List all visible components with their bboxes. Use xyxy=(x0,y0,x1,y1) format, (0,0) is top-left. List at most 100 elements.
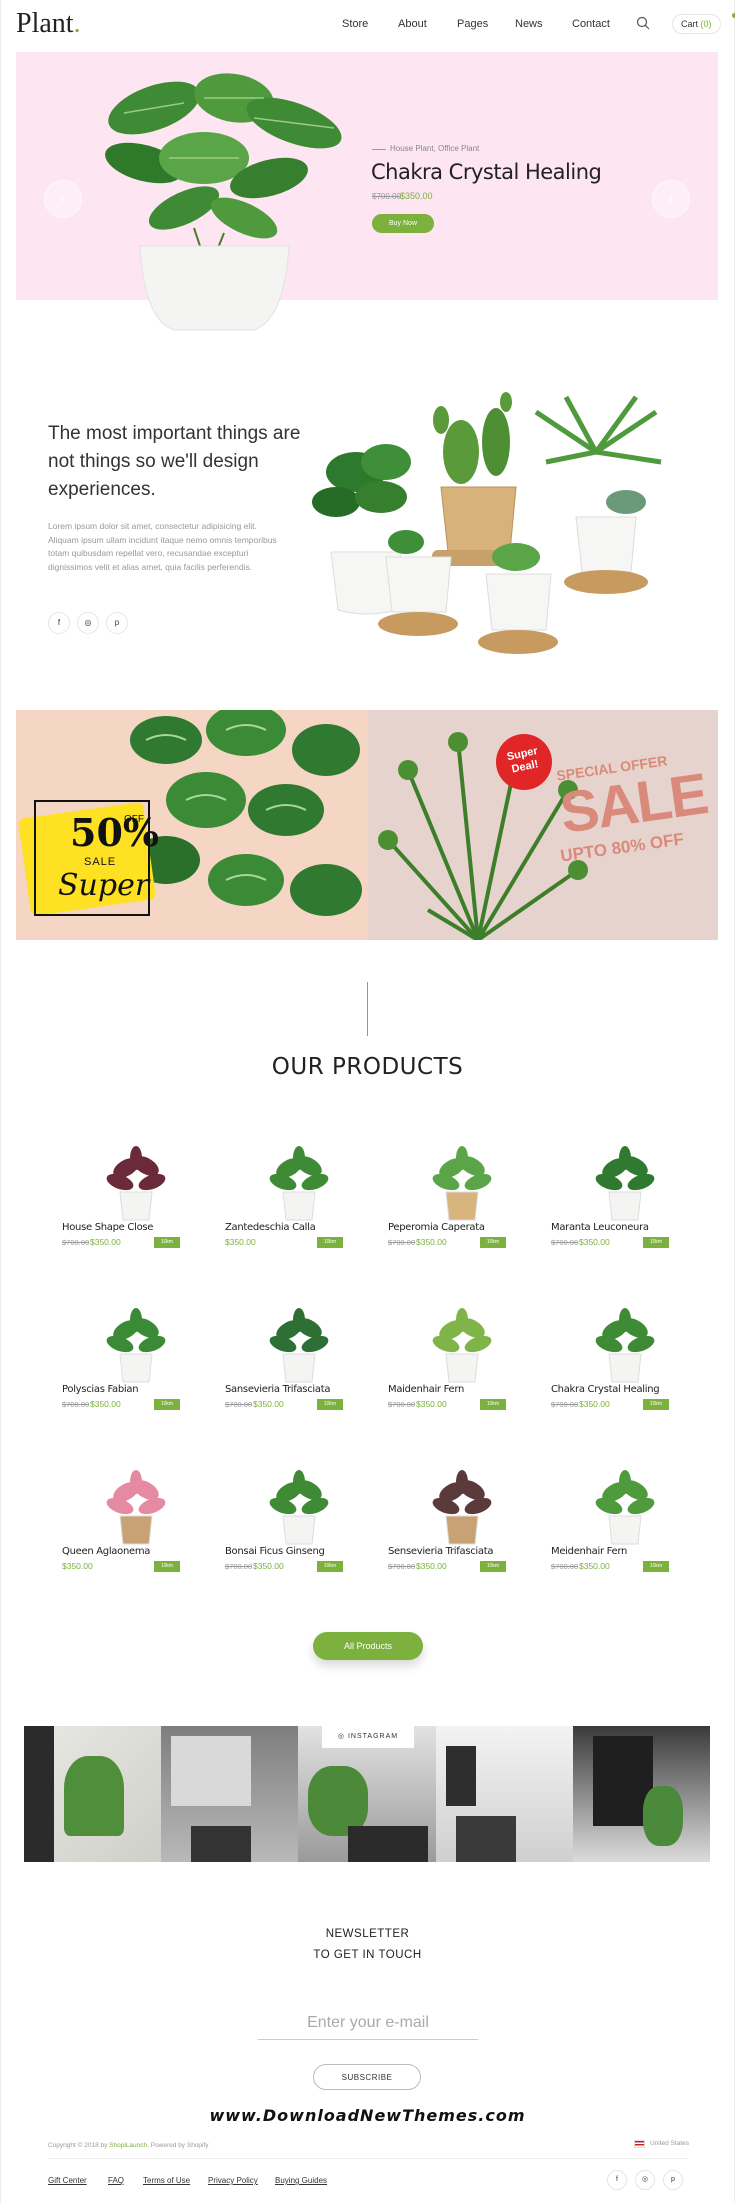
footer-link-buying-guides[interactable]: Buying Guides xyxy=(275,2176,327,2185)
product-price: $350.00 xyxy=(90,1237,121,1247)
product-tag: 10km xyxy=(317,1237,343,1248)
product-card[interactable]: Maidenhair Fern $700.00 $350.00 10km xyxy=(388,1308,538,1438)
sale-word: SALE xyxy=(84,856,117,868)
product-image[interactable] xyxy=(575,1470,675,1548)
nav-pages[interactable]: Pages xyxy=(457,18,488,30)
product-name[interactable]: Sensevieria Trifasciata xyxy=(388,1546,493,1557)
product-image[interactable] xyxy=(575,1308,675,1386)
product-name[interactable]: Maidenhair Fern xyxy=(388,1384,464,1395)
search-icon[interactable] xyxy=(636,16,650,30)
subscribe-button[interactable]: SUBSCRIBE xyxy=(313,2064,421,2090)
product-name[interactable]: Zantedeschia Calla xyxy=(225,1222,316,1233)
facebook-icon[interactable]: f xyxy=(607,2170,627,2190)
product-old-price: $700.00 xyxy=(551,1400,579,1409)
hero-old-price: $700.00 xyxy=(372,192,401,201)
logo-dot: . xyxy=(73,8,81,39)
product-tag: 10km xyxy=(643,1399,669,1410)
instagram-icon: ◎ xyxy=(337,1733,348,1740)
product-name[interactable]: Bonsai Ficus Ginseng xyxy=(225,1546,325,1557)
chevron-right-icon: › xyxy=(668,190,674,207)
product-name[interactable]: Peperomia Caperata xyxy=(388,1222,485,1233)
product-image[interactable] xyxy=(412,1308,512,1386)
product-name[interactable]: Polyscias Fabian xyxy=(62,1384,139,1395)
product-name[interactable]: Maranta Leuconeura xyxy=(551,1222,649,1233)
instagram-label-text: INSTAGRAM xyxy=(347,1733,399,1740)
region-select[interactable]: United States xyxy=(650,2140,689,2147)
chevron-left-icon: ‹ xyxy=(60,190,66,207)
instagram-photo[interactable] xyxy=(24,1726,162,1862)
product-price: $350.00 xyxy=(90,1399,121,1409)
products-title: OUR PRODUCTS xyxy=(271,1054,464,1080)
copyright-brand[interactable]: ShopiLaunch xyxy=(109,2142,147,2149)
product-card[interactable]: Sensevieria Trifasciata $700.00 $350.00 10k… xyxy=(388,1470,538,1600)
instagram-label[interactable]: ◎ INSTAGRAM xyxy=(322,1726,414,1748)
cart-count: (0) xyxy=(700,19,712,29)
about-heading: The most important things are not things… xyxy=(48,423,301,500)
product-image[interactable] xyxy=(412,1146,512,1224)
instagram-photo[interactable] xyxy=(572,1726,711,1862)
pinterest-icon[interactable]: p xyxy=(663,2170,683,2190)
product-old-price: $700.00 xyxy=(388,1400,416,1409)
product-tag: 10km xyxy=(643,1561,669,1572)
product-old-price: $700.00 xyxy=(62,1400,90,1409)
product-price: $350.00 xyxy=(62,1561,93,1571)
footer-link-gift-center[interactable]: Gift Center xyxy=(48,2176,87,2185)
nav-about[interactable]: About xyxy=(398,18,427,30)
section-divider xyxy=(367,982,368,1036)
instagram-icon[interactable]: ◎ xyxy=(635,2170,655,2190)
footer-link-faq[interactable]: FAQ xyxy=(108,2176,124,2185)
product-name[interactable]: Meidenhair Fern xyxy=(551,1546,627,1557)
all-products-button[interactable]: All Products xyxy=(313,1632,423,1660)
product-name[interactable]: Queen Aglaonema xyxy=(62,1546,150,1557)
product-name[interactable]: Chakra Crystal Healing xyxy=(551,1384,660,1395)
product-image[interactable] xyxy=(575,1146,675,1224)
product-image[interactable] xyxy=(86,1308,186,1386)
product-card[interactable]: House Shape Close $700.00 $350.00 10km xyxy=(62,1146,212,1276)
hero-prev-button[interactable]: ‹ xyxy=(44,180,82,218)
product-card[interactable]: Peperomia Caperata $700.00 $350.00 10km xyxy=(388,1146,538,1276)
logo-text: Plant xyxy=(16,8,74,39)
product-image[interactable] xyxy=(86,1470,186,1548)
cart-button[interactable]: Cart (0) xyxy=(672,14,721,34)
hero-title: Chakra Crystal Healing xyxy=(371,160,602,184)
product-card[interactable]: Polyscias Fabian $700.00 $350.00 10km xyxy=(62,1308,212,1438)
copyright: Copyright © 2018 by ShopiLaunch. Powered… xyxy=(48,2142,209,2149)
nav-contact[interactable]: Contact xyxy=(572,18,610,30)
product-old-price: $700.00 xyxy=(62,1238,90,1247)
product-card[interactable]: Meidenhair Fern $700.00 $350.00 10km xyxy=(551,1470,701,1600)
product-image[interactable] xyxy=(249,1146,349,1224)
product-card[interactable]: Queen Aglaonema $350.00 10km xyxy=(62,1470,212,1600)
footer-link-privacy[interactable]: Privacy Policy xyxy=(208,2176,258,2185)
hero-next-button[interactable]: › xyxy=(652,180,690,218)
hero-category: House Plant, Office Plant xyxy=(390,144,480,153)
product-card[interactable]: Maranta Leuconeura $700.00 $350.00 10km xyxy=(551,1146,701,1276)
watermark: www.DownloadNewThemes.com xyxy=(209,2106,526,2125)
product-name[interactable]: House Shape Close xyxy=(62,1222,153,1233)
product-image[interactable] xyxy=(249,1470,349,1548)
instagram-photo[interactable] xyxy=(161,1726,299,1862)
facebook-icon[interactable]: f xyxy=(48,612,70,634)
product-name[interactable]: Sansevieria Trifasciata xyxy=(225,1384,330,1395)
product-card[interactable]: Sansevieria Trifasciata $700.00 $350.00 10k… xyxy=(225,1308,375,1438)
email-field[interactable] xyxy=(258,2006,478,2040)
product-old-price: $700.00 xyxy=(388,1238,416,1247)
newsletter-title-line2: TO GET IN TOUCH xyxy=(313,1949,422,1961)
nav-store[interactable]: Store xyxy=(342,18,368,30)
product-card[interactable]: Zantedeschia Calla $350.00 10km xyxy=(225,1146,375,1276)
product-old-price: $700.00 xyxy=(551,1238,579,1247)
sale-percent: 50% xyxy=(70,810,159,855)
pinterest-icon[interactable]: p xyxy=(106,612,128,634)
instagram-photo[interactable] xyxy=(435,1726,573,1862)
product-card[interactable]: Bonsai Ficus Ginseng $700.00 $350.00 10km xyxy=(225,1470,375,1600)
nav-news[interactable]: News xyxy=(515,18,543,30)
product-image[interactable] xyxy=(86,1146,186,1224)
product-image[interactable] xyxy=(249,1308,349,1386)
product-card[interactable]: Chakra Crystal Healing $700.00 $350.00 10km xyxy=(551,1308,701,1438)
product-image[interactable] xyxy=(412,1470,512,1548)
instagram-icon[interactable]: ◎ xyxy=(77,612,99,634)
hero-buy-button[interactable]: Buy Now xyxy=(372,214,434,233)
flag-icon[interactable] xyxy=(634,2140,645,2148)
footer-link-terms[interactable]: Terms of Use xyxy=(143,2176,190,2185)
product-old-price: $700.00 xyxy=(551,1562,579,1571)
logo[interactable]: Plant. xyxy=(16,8,81,40)
